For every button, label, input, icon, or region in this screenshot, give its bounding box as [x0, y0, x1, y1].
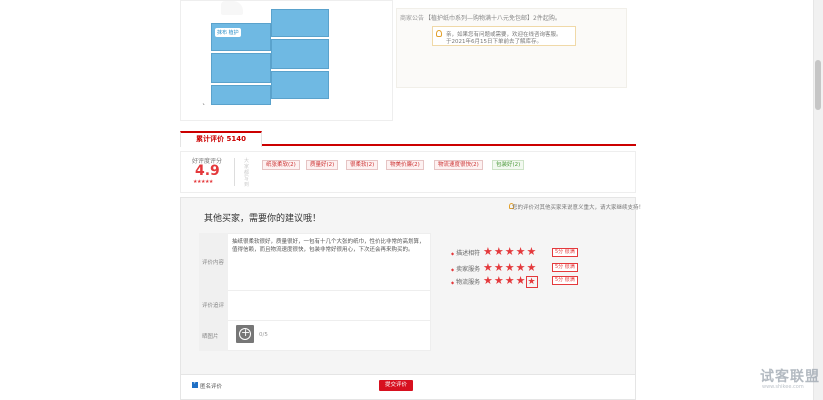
site-watermark-logo: 试客联盟	[760, 369, 820, 385]
rating-label-description: 描述相符	[451, 248, 480, 257]
rating-label-seller: 卖家服务	[451, 264, 480, 273]
tissue-pack	[211, 53, 271, 83]
tab-reviews[interactable]: 累计评价 5140	[180, 131, 262, 147]
review-tag[interactable]: 质量好(2)	[306, 160, 339, 170]
tags-caption: 大家都写到	[244, 158, 250, 188]
star-group[interactable]: ★★★★	[483, 274, 526, 287]
review-tag[interactable]: 物美价廉(2)	[386, 160, 424, 170]
review-tag[interactable]: 很柔软(2)	[346, 160, 379, 170]
overall-score: 4.9	[195, 163, 220, 179]
divider	[228, 290, 431, 291]
upload-count: 0/5	[259, 332, 268, 338]
star-hover-icon[interactable]: ★	[526, 276, 538, 288]
submit-review-button[interactable]: 提交评价	[379, 380, 413, 391]
tissue-pack	[271, 39, 329, 69]
announcement-text: 【植护纸巾系列—购物满十八元免包邮】2件起购。	[425, 15, 561, 22]
star-rating-seller[interactable]: ★★★★★	[483, 262, 537, 273]
pack-label: 抹布 植护	[215, 28, 241, 37]
upload-image-button[interactable]	[236, 325, 254, 343]
score-stars: ★★★★★	[193, 179, 213, 185]
tissue-sheet	[221, 1, 243, 15]
review-tag[interactable]: 物流速度很快(2)	[434, 160, 483, 170]
star-rating-description[interactable]: ★★★★★	[483, 246, 537, 257]
site-watermark-url: www.shikee.com	[762, 384, 804, 390]
rating-score-tag: 5分 很满	[552, 248, 578, 257]
divider	[228, 320, 431, 321]
review-tag[interactable]: 纸张柔软(2)	[262, 160, 300, 170]
upload-images-label: 晒图片	[202, 334, 219, 340]
tissue-pack	[211, 85, 271, 105]
anonymous-checkbox[interactable]	[192, 380, 198, 388]
review-append-label: 评价追评	[202, 303, 225, 309]
product-image: 抹布 植护	[180, 0, 393, 121]
tissue-pack: 抹布 植护	[211, 23, 271, 51]
anonymous-label: 匿名评价	[200, 384, 223, 390]
cursor-mark: ˎ	[202, 96, 206, 105]
review-tip-link[interactable]: 您的评价对其他买家来说意义重大，请大家继续支持！	[512, 203, 644, 211]
rating-score-tag: 5分 很满	[552, 276, 578, 285]
announcement-label: 商家公告	[400, 15, 425, 22]
review-tag[interactable]: 包装好(2)	[492, 160, 525, 170]
review-content-label: 评价内容	[202, 260, 225, 266]
review-form-title: 其他买家，需要你的建议哦！	[204, 214, 322, 224]
review-content-textarea[interactable]: 抽纸很柔软很好，质量很好，一包有十几个大张的纸巾，性价比非常的高划算，值得信赖，…	[232, 238, 428, 254]
rating-score-tag: 5分 很满	[552, 263, 578, 272]
star-rating-logistics[interactable]: ★★★★★	[483, 275, 538, 288]
tissue-pack	[271, 71, 329, 99]
tissue-pack	[271, 9, 329, 37]
rating-label-logistics: 物流服务	[451, 277, 480, 286]
announcement-line: 于2021年6月15日下单前去了解库存。	[446, 39, 542, 45]
lightbulb-icon	[436, 30, 442, 37]
divider	[234, 158, 235, 186]
scrollbar-thumb[interactable]	[815, 60, 821, 110]
